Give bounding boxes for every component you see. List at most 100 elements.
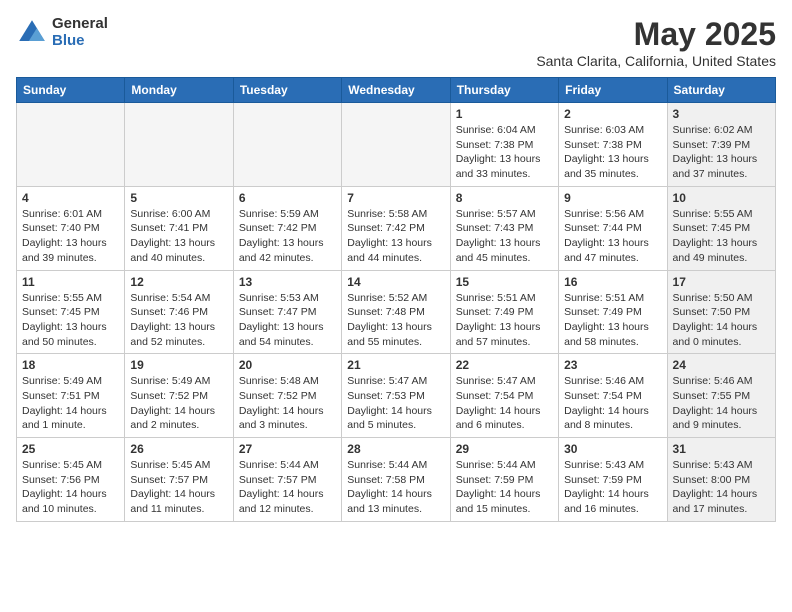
cell-content: Sunrise: 5:43 AMSunset: 8:00 PMDaylight:… — [673, 458, 770, 517]
calendar-cell: 12 Sunrise: 5:54 AMSunset: 7:46 PMDayligh… — [125, 270, 233, 354]
day-number: 8 — [456, 191, 553, 205]
calendar-cell: 6Sunrise: 5:59 AMSunset: 7:42 PMDaylight… — [233, 186, 341, 270]
calendar-cell: 4 Sunrise: 6:01 AMSunset: 7:40 PMDaylight… — [17, 186, 125, 270]
cell-content: Sunrise: 5:55 AMSunset: 7:45 PMDaylight:… — [22, 291, 119, 350]
calendar-cell: 9 Sunrise: 5:56 AMSunset: 7:44 PMDaylight… — [559, 186, 667, 270]
calendar-week-5: 25Sunrise: 5:45 AMSunset: 7:56 PMDayligh… — [17, 438, 776, 522]
day-number: 15 — [456, 275, 553, 289]
day-number: 29 — [456, 442, 553, 456]
day-number: 5 — [130, 191, 227, 205]
day-number: 24 — [673, 358, 770, 372]
day-number: 23 — [564, 358, 661, 372]
calendar-cell: 19Sunrise: 5:49 AMSunset: 7:52 PMDayligh… — [125, 354, 233, 438]
cell-content: Sunrise: 5:48 AMSunset: 7:52 PMDaylight:… — [239, 374, 336, 433]
logo-blue-text: Blue — [52, 33, 108, 50]
calendar-cell: 15 Sunrise: 5:51 AMSunset: 7:49 PMDayligh… — [450, 270, 558, 354]
day-number: 2 — [564, 107, 661, 121]
day-number: 26 — [130, 442, 227, 456]
calendar-cell: 13 Sunrise: 5:53 AMSunset: 7:47 PMDayligh… — [233, 270, 341, 354]
cell-content: Sunrise: 5:54 AMSunset: 7:46 PMDaylight:… — [130, 291, 227, 350]
calendar-week-3: 11 Sunrise: 5:55 AMSunset: 7:45 PMDayligh… — [17, 270, 776, 354]
day-number: 20 — [239, 358, 336, 372]
logo: General Blue — [16, 16, 108, 49]
cell-content: Sunrise: 5:44 AMSunset: 7:59 PMDaylight:… — [456, 458, 553, 517]
day-header-saturday: Saturday — [667, 78, 775, 103]
calendar-cell: 26Sunrise: 5:45 AMSunset: 7:57 PMDayligh… — [125, 438, 233, 522]
day-number: 18 — [22, 358, 119, 372]
day-number: 13 — [239, 275, 336, 289]
calendar-cell: 11 Sunrise: 5:55 AMSunset: 7:45 PMDayligh… — [17, 270, 125, 354]
calendar-cell: 24 Sunrise: 5:46 AMSunset: 7:55 PMDayligh… — [667, 354, 775, 438]
calendar-cell: 1Sunrise: 6:04 AMSunset: 7:38 PMDaylight… — [450, 103, 558, 187]
calendar-cell: 30 Sunrise: 5:43 AMSunset: 7:59 PMDayligh… — [559, 438, 667, 522]
calendar-cell — [17, 103, 125, 187]
calendar-cell: 8Sunrise: 5:57 AMSunset: 7:43 PMDaylight… — [450, 186, 558, 270]
calendar-week-2: 4 Sunrise: 6:01 AMSunset: 7:40 PMDaylight… — [17, 186, 776, 270]
day-number: 30 — [564, 442, 661, 456]
cell-content: Sunrise: 5:51 AMSunset: 7:49 PMDaylight:… — [456, 291, 553, 350]
cell-content: Sunrise: 5:44 AMSunset: 7:58 PMDaylight:… — [347, 458, 444, 517]
cell-content: Sunrise: 5:46 AMSunset: 7:54 PMDaylight:… — [564, 374, 661, 433]
calendar-cell: 17 Sunrise: 5:50 AMSunset: 7:50 PMDayligh… — [667, 270, 775, 354]
cell-content: Sunrise: 5:55 AMSunset: 7:45 PMDaylight:… — [673, 207, 770, 266]
cell-content: Sunrise: 5:51 AMSunset: 7:49 PMDaylight:… — [564, 291, 661, 350]
cell-content: Sunrise: 5:43 AMSunset: 7:59 PMDaylight:… — [564, 458, 661, 517]
cell-content: Sunrise: 5:59 AMSunset: 7:42 PMDaylight:… — [239, 207, 336, 266]
day-number: 22 — [456, 358, 553, 372]
day-number: 28 — [347, 442, 444, 456]
day-number: 7 — [347, 191, 444, 205]
cell-content: Sunrise: 6:00 AMSunset: 7:41 PMDaylight:… — [130, 207, 227, 266]
location-subtitle: Santa Clarita, California, United States — [536, 53, 776, 69]
cell-content: Sunrise: 6:03 AMSunset: 7:38 PMDaylight:… — [564, 123, 661, 182]
calendar-week-4: 18 Sunrise: 5:49 AMSunset: 7:51 PMDayligh… — [17, 354, 776, 438]
calendar-cell: 5 Sunrise: 6:00 AMSunset: 7:41 PMDaylight… — [125, 186, 233, 270]
calendar-cell: 28 Sunrise: 5:44 AMSunset: 7:58 PMDayligh… — [342, 438, 450, 522]
calendar-cell: 23 Sunrise: 5:46 AMSunset: 7:54 PMDayligh… — [559, 354, 667, 438]
calendar-cell: 31 Sunrise: 5:43 AMSunset: 8:00 PMDayligh… — [667, 438, 775, 522]
day-number: 17 — [673, 275, 770, 289]
cell-content: Sunrise: 6:02 AMSunset: 7:39 PMDaylight:… — [673, 123, 770, 182]
day-number: 12 — [130, 275, 227, 289]
day-number: 10 — [673, 191, 770, 205]
calendar-cell — [233, 103, 341, 187]
day-number: 11 — [22, 275, 119, 289]
day-number: 31 — [673, 442, 770, 456]
day-header-friday: Friday — [559, 78, 667, 103]
page-header: General Blue May 2025 Santa Clarita, Cal… — [16, 16, 776, 69]
calendar-cell: 27 Sunrise: 5:44 AMSunset: 7:57 PMDayligh… — [233, 438, 341, 522]
cell-content: Sunrise: 6:04 AMSunset: 7:38 PMDaylight:… — [456, 123, 553, 182]
logo-general-text: General — [52, 16, 108, 33]
calendar-cell — [125, 103, 233, 187]
calendar-cell: 7Sunrise: 5:58 AMSunset: 7:42 PMDaylight… — [342, 186, 450, 270]
day-number: 3 — [673, 107, 770, 121]
cell-content: Sunrise: 5:50 AMSunset: 7:50 PMDaylight:… — [673, 291, 770, 350]
calendar-week-1: 1Sunrise: 6:04 AMSunset: 7:38 PMDaylight… — [17, 103, 776, 187]
calendar-cell: 16 Sunrise: 5:51 AMSunset: 7:49 PMDayligh… — [559, 270, 667, 354]
cell-content: Sunrise: 6:01 AMSunset: 7:40 PMDaylight:… — [22, 207, 119, 266]
day-number: 19 — [130, 358, 227, 372]
calendar-table: SundayMondayTuesdayWednesdayThursdayFrid… — [16, 77, 776, 522]
calendar-cell: 18 Sunrise: 5:49 AMSunset: 7:51 PMDayligh… — [17, 354, 125, 438]
calendar-cell: 22 Sunrise: 5:47 AMSunset: 7:54 PMDayligh… — [450, 354, 558, 438]
day-header-sunday: Sunday — [17, 78, 125, 103]
day-number: 16 — [564, 275, 661, 289]
calendar-cell: 29 Sunrise: 5:44 AMSunset: 7:59 PMDayligh… — [450, 438, 558, 522]
day-number: 4 — [22, 191, 119, 205]
cell-content: Sunrise: 5:49 AMSunset: 7:51 PMDaylight:… — [22, 374, 119, 433]
cell-content: Sunrise: 5:46 AMSunset: 7:55 PMDaylight:… — [673, 374, 770, 433]
cell-content: Sunrise: 5:44 AMSunset: 7:57 PMDaylight:… — [239, 458, 336, 517]
cell-content: Sunrise: 5:53 AMSunset: 7:47 PMDaylight:… — [239, 291, 336, 350]
calendar-cell: 3 Sunrise: 6:02 AMSunset: 7:39 PMDaylight… — [667, 103, 775, 187]
calendar-cell: 20 Sunrise: 5:48 AMSunset: 7:52 PMDayligh… — [233, 354, 341, 438]
day-number: 9 — [564, 191, 661, 205]
cell-content: Sunrise: 5:47 AMSunset: 7:54 PMDaylight:… — [456, 374, 553, 433]
day-header-tuesday: Tuesday — [233, 78, 341, 103]
title-block: May 2025 Santa Clarita, California, Unit… — [536, 16, 776, 69]
cell-content: Sunrise: 5:56 AMSunset: 7:44 PMDaylight:… — [564, 207, 661, 266]
cell-content: Sunrise: 5:47 AMSunset: 7:53 PMDaylight:… — [347, 374, 444, 433]
cell-content: Sunrise: 5:52 AMSunset: 7:48 PMDaylight:… — [347, 291, 444, 350]
day-number: 27 — [239, 442, 336, 456]
month-title: May 2025 — [536, 16, 776, 53]
day-header-thursday: Thursday — [450, 78, 558, 103]
calendar-header-row: SundayMondayTuesdayWednesdayThursdayFrid… — [17, 78, 776, 103]
